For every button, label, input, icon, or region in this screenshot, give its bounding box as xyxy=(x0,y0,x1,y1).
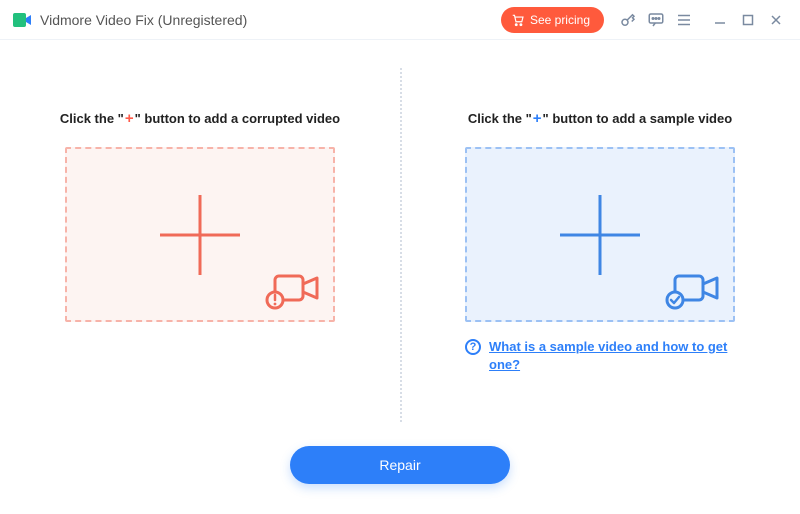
key-icon[interactable] xyxy=(614,6,642,34)
sample-video-panel: Click the " + " button to add a sample v… xyxy=(400,60,800,430)
feedback-icon[interactable] xyxy=(642,6,670,34)
caption-text: Click the " xyxy=(60,111,124,126)
sample-caption: Click the " + " button to add a sample v… xyxy=(468,110,732,127)
window-title: Vidmore Video Fix (Unregistered) xyxy=(40,12,247,28)
panels: Click the " + " button to add a corrupte… xyxy=(0,40,800,440)
plus-icon: + xyxy=(125,110,134,127)
titlebar: Vidmore Video Fix (Unregistered) See pri… xyxy=(0,0,800,40)
caption-text: " button to add a sample video xyxy=(543,111,733,126)
help-row: ? What is a sample video and how to get … xyxy=(465,338,735,373)
caption-text: Click the " xyxy=(468,111,532,126)
add-corrupted-dropzone[interactable] xyxy=(65,147,335,322)
footer: Repair xyxy=(0,440,800,514)
repair-button[interactable]: Repair xyxy=(290,446,510,484)
maximize-button[interactable] xyxy=(734,6,762,34)
menu-icon[interactable] xyxy=(670,6,698,34)
camera-check-icon xyxy=(665,270,721,310)
see-pricing-label: See pricing xyxy=(530,13,590,27)
panel-divider xyxy=(400,68,402,422)
repair-label: Repair xyxy=(379,457,420,473)
see-pricing-button[interactable]: See pricing xyxy=(501,7,604,33)
corrupted-caption: Click the " + " button to add a corrupte… xyxy=(60,110,340,127)
camera-alert-icon xyxy=(265,270,321,310)
main-area: Click the " + " button to add a corrupte… xyxy=(0,40,800,514)
minimize-button[interactable] xyxy=(706,6,734,34)
close-button[interactable] xyxy=(762,6,790,34)
add-sample-dropzone[interactable] xyxy=(465,147,735,322)
plus-icon xyxy=(560,195,640,275)
cart-icon xyxy=(511,13,525,27)
corrupted-video-panel: Click the " + " button to add a corrupte… xyxy=(0,60,400,430)
sample-help-link[interactable]: What is a sample video and how to get on… xyxy=(489,338,735,373)
caption-text: " button to add a corrupted video xyxy=(135,111,341,126)
plus-icon: + xyxy=(533,110,542,127)
app-logo xyxy=(12,10,32,30)
plus-icon xyxy=(160,195,240,275)
help-icon: ? xyxy=(465,339,481,355)
